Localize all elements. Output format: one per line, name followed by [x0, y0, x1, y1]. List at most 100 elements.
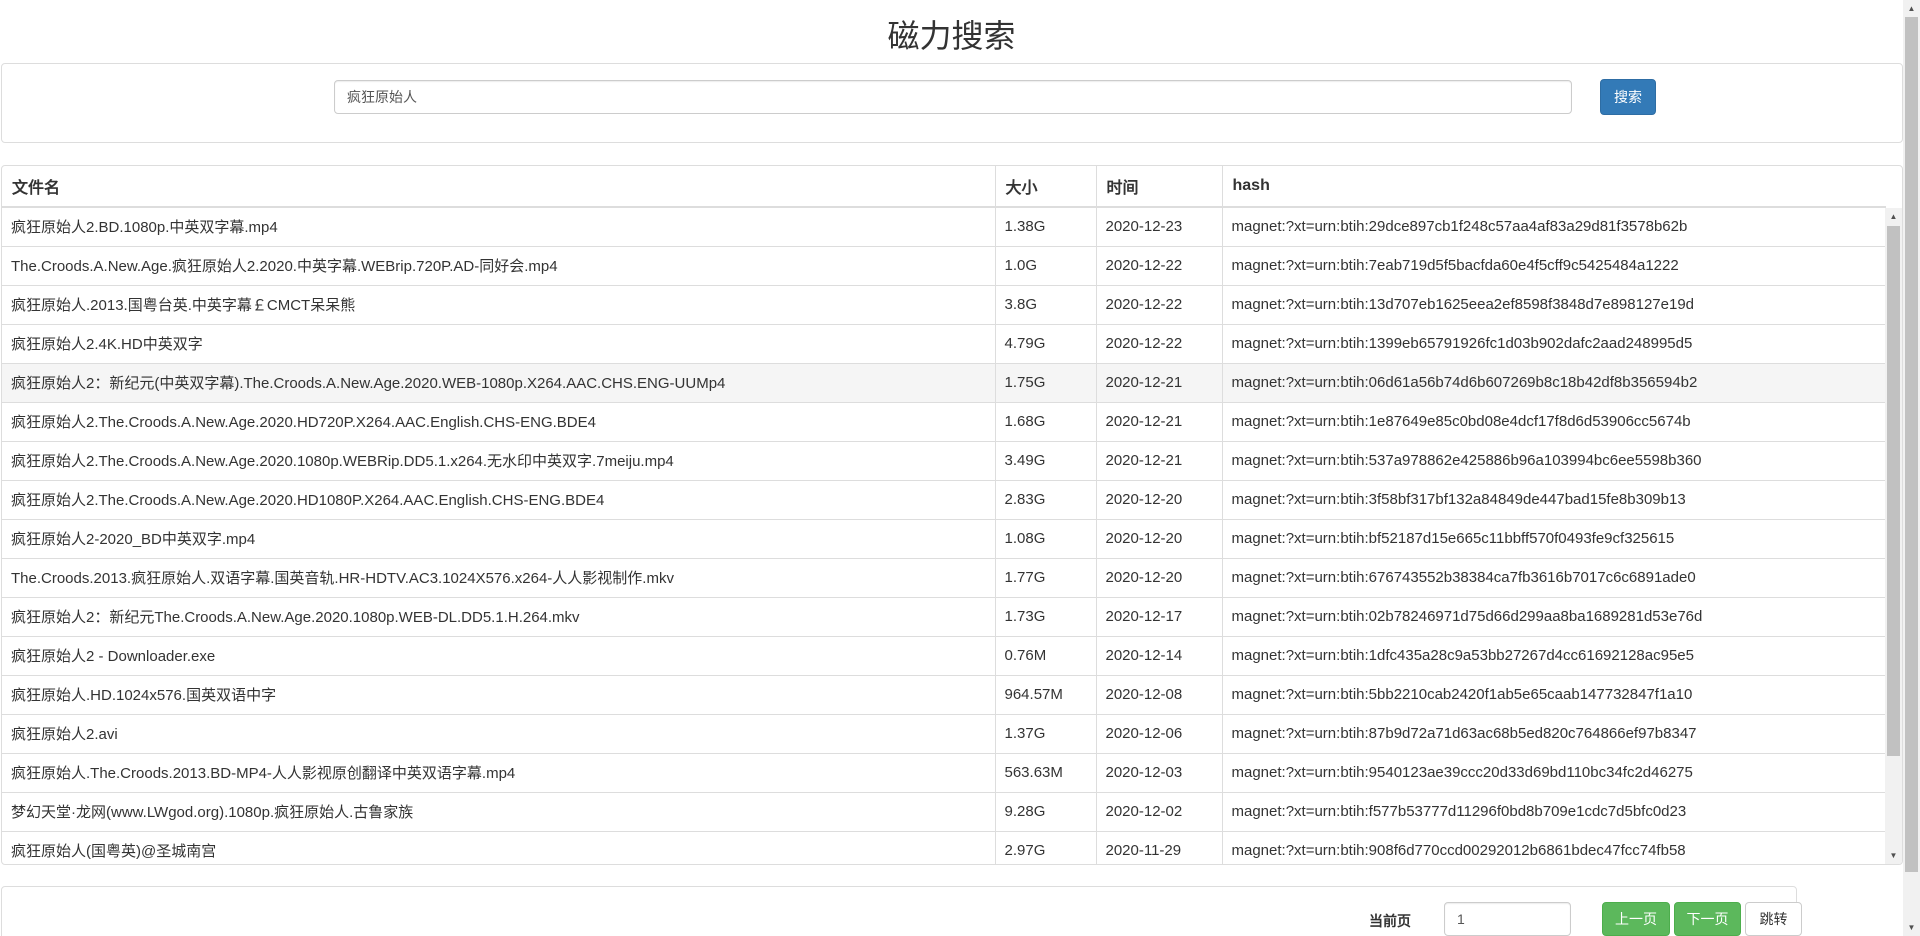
- table-row[interactable]: 疯狂原始人.The.Croods.2013.BD-MP4-人人影视原创翻译中英双…: [2, 752, 1886, 792]
- page-scroll-down-icon[interactable]: ▼: [1903, 919, 1920, 936]
- cell-size: 2.83G: [995, 479, 1097, 519]
- cell-hash[interactable]: magnet:?xt=urn:btih:02b78246971d75d66d29…: [1222, 596, 1886, 636]
- cell-hash[interactable]: magnet:?xt=urn:btih:06d61a56b74d6b607269…: [1222, 362, 1886, 402]
- page-scrollbar-thumb[interactable]: [1905, 17, 1918, 872]
- cell-size: 1.0G: [995, 245, 1097, 285]
- cell-time: 2020-12-08: [1096, 674, 1223, 714]
- cell-hash[interactable]: magnet:?xt=urn:btih:676743552b38384ca7fb…: [1222, 557, 1886, 597]
- table-row[interactable]: 疯狂原始人2.avi 1.37G 2020-12-06 magnet:?xt=u…: [2, 713, 1886, 753]
- cell-hash[interactable]: magnet:?xt=urn:btih:13d707eb1625eea2ef85…: [1222, 284, 1886, 324]
- cell-size: 563.63M: [995, 752, 1097, 792]
- cell-name: 疯狂原始人(国粤英)@圣城南宫: [2, 830, 996, 864]
- cell-size: 1.08G: [995, 518, 1097, 558]
- cell-hash[interactable]: magnet:?xt=urn:btih:5bb2210cab2420f1ab5e…: [1222, 674, 1886, 714]
- column-header-time: 时间: [1096, 166, 1223, 208]
- cell-name: The.Croods.A.New.Age.疯狂原始人2.2020.中英字幕.WE…: [2, 245, 996, 285]
- cell-time: 2020-12-22: [1096, 323, 1223, 363]
- cell-name: 疯狂原始人.2013.国粤台英.中英字幕￡CMCT呆呆熊: [2, 284, 996, 324]
- table-row[interactable]: 疯狂原始人.HD.1024x576.国英双语中字 964.57M 2020-12…: [2, 674, 1886, 714]
- cell-name: 疯狂原始人2.avi: [2, 713, 996, 753]
- cell-time: 2020-12-20: [1096, 479, 1223, 519]
- cell-time: 2020-12-02: [1096, 791, 1223, 831]
- next-page-button[interactable]: 下一页: [1674, 902, 1741, 936]
- cell-hash[interactable]: magnet:?xt=urn:btih:3f58bf317bf132a84849…: [1222, 479, 1886, 519]
- cell-time: 2020-12-17: [1096, 596, 1223, 636]
- cell-name: 疯狂原始人.The.Croods.2013.BD-MP4-人人影视原创翻译中英双…: [2, 752, 996, 792]
- results-body: 疯狂原始人2.BD.1080p.中英双字幕.mp4 1.38G 2020-12-…: [2, 206, 1886, 864]
- table-row-hovered[interactable]: 疯狂原始人2：新纪元(中英双字幕).The.Croods.A.New.Age.2…: [2, 362, 1886, 402]
- column-header-name: 文件名: [2, 166, 996, 208]
- search-input[interactable]: [334, 80, 1572, 114]
- cell-name: 疯狂原始人2.The.Croods.A.New.Age.2020.HD1080P…: [2, 479, 996, 519]
- cell-size: 2.97G: [995, 830, 1097, 864]
- table-row[interactable]: 疯狂原始人2：新纪元The.Croods.A.New.Age.2020.1080…: [2, 596, 1886, 636]
- cell-size: 964.57M: [995, 674, 1097, 714]
- table-row[interactable]: 疯狂原始人2.The.Croods.A.New.Age.2020.HD1080P…: [2, 479, 1886, 519]
- table-row[interactable]: 疯狂原始人(国粤英)@圣城南宫 2.97G 2020-11-29 magnet:…: [2, 830, 1886, 864]
- results-scroll-area[interactable]: 文件名 大小 时间 hash 疯狂原始人2.BD.1080p.中英双字幕.mp4…: [2, 166, 1886, 864]
- cell-size: 1.75G: [995, 362, 1097, 402]
- table-scrollbar-thumb[interactable]: [1887, 226, 1900, 756]
- table-row[interactable]: 疯狂原始人2.4K.HD中英双字 4.79G 2020-12-22 magnet…: [2, 323, 1886, 363]
- cell-name: 疯狂原始人2.4K.HD中英双字: [2, 323, 996, 363]
- cell-name: 疯狂原始人2.The.Croods.A.New.Age.2020.HD720P.…: [2, 401, 996, 441]
- table-row[interactable]: 疯狂原始人2.The.Croods.A.New.Age.2020.HD720P.…: [2, 401, 1886, 441]
- cell-hash[interactable]: magnet:?xt=urn:btih:7eab719d5f5bacfda60e…: [1222, 245, 1886, 285]
- cell-size: 3.49G: [995, 440, 1097, 480]
- cell-size: 1.77G: [995, 557, 1097, 597]
- cell-hash[interactable]: magnet:?xt=urn:btih:9540123ae39ccc20d33d…: [1222, 752, 1886, 792]
- table-scrollbar[interactable]: ▲ ▼: [1885, 208, 1902, 864]
- cell-name: 梦幻天堂·龙网(www.LWgod.org).1080p.疯狂原始人.古鲁家族: [2, 791, 996, 831]
- cell-hash[interactable]: magnet:?xt=urn:btih:1e87649e85c0bd08e4dc…: [1222, 401, 1886, 441]
- prev-page-button[interactable]: 上一页: [1602, 902, 1670, 936]
- cell-name: 疯狂原始人2：新纪元The.Croods.A.New.Age.2020.1080…: [2, 596, 996, 636]
- cell-name: 疯狂原始人2 - Downloader.exe: [2, 635, 996, 675]
- table-row[interactable]: The.Croods.A.New.Age.疯狂原始人2.2020.中英字幕.WE…: [2, 245, 1886, 285]
- scroll-down-arrow-icon[interactable]: ▼: [1885, 847, 1902, 864]
- cell-hash[interactable]: magnet:?xt=urn:btih:f577b53777d11296f0bd…: [1222, 791, 1886, 831]
- cell-time: 2020-12-20: [1096, 557, 1223, 597]
- cell-time: 2020-12-20: [1096, 518, 1223, 558]
- cell-name: 疯狂原始人2-2020_BD中英双字.mp4: [2, 518, 996, 558]
- pagination-panel: 当前页 上一页 下一页 跳转: [1, 886, 1802, 936]
- cell-name: 疯狂原始人.HD.1024x576.国英双语中字: [2, 674, 996, 714]
- cell-hash[interactable]: magnet:?xt=urn:btih:537a978862e425886b96…: [1222, 440, 1886, 480]
- table-row[interactable]: 梦幻天堂·龙网(www.LWgod.org).1080p.疯狂原始人.古鲁家族 …: [2, 791, 1886, 831]
- cell-name: 疯狂原始人2.BD.1080p.中英双字幕.mp4: [2, 206, 996, 246]
- page-title: 磁力搜索: [887, 18, 1016, 54]
- cell-hash[interactable]: magnet:?xt=urn:btih:1dfc435a28c9a53bb272…: [1222, 635, 1886, 675]
- current-page-input[interactable]: [1444, 902, 1571, 936]
- cell-hash[interactable]: magnet:?xt=urn:btih:bf52187d15e665c11bbf…: [1222, 518, 1886, 558]
- scroll-up-arrow-icon[interactable]: ▲: [1885, 208, 1902, 225]
- table-row[interactable]: The.Croods.2013.疯狂原始人.双语字幕.国英音轨.HR-HDTV.…: [2, 557, 1886, 597]
- cell-hash[interactable]: magnet:?xt=urn:btih:87b9d72a71d63ac68b5e…: [1222, 713, 1886, 753]
- cell-time: 2020-12-21: [1096, 440, 1223, 480]
- cell-name: 疯狂原始人2：新纪元(中英双字幕).The.Croods.A.New.Age.2…: [2, 362, 996, 402]
- results-table: 文件名 大小 时间 hash 疯狂原始人2.BD.1080p.中英双字幕.mp4…: [2, 166, 1886, 864]
- cell-hash[interactable]: magnet:?xt=urn:btih:29dce897cb1f248c57aa…: [1222, 206, 1886, 246]
- cell-size: 3.8G: [995, 284, 1097, 324]
- cell-time: 2020-12-03: [1096, 752, 1223, 792]
- cell-time: 2020-12-22: [1096, 284, 1223, 324]
- search-button[interactable]: 搜索: [1600, 79, 1656, 115]
- cell-size: 4.79G: [995, 323, 1097, 363]
- cell-hash[interactable]: magnet:?xt=urn:btih:908f6d770ccd00292012…: [1222, 830, 1886, 864]
- cell-time: 2020-12-21: [1096, 401, 1223, 441]
- page-scrollbar[interactable]: ▲ ▼: [1903, 0, 1920, 936]
- table-row[interactable]: 疯狂原始人2.BD.1080p.中英双字幕.mp4 1.38G 2020-12-…: [2, 206, 1886, 246]
- cell-size: 0.76M: [995, 635, 1097, 675]
- page-scroll-up-icon[interactable]: ▲: [1903, 0, 1920, 17]
- cell-hash[interactable]: magnet:?xt=urn:btih:1399eb65791926fc1d03…: [1222, 323, 1886, 363]
- cell-size: 1.73G: [995, 596, 1097, 636]
- table-row[interactable]: 疯狂原始人2 - Downloader.exe 0.76M 2020-12-14…: [2, 635, 1886, 675]
- page: 磁力搜索 搜索 文件名 大小 时间 hash: [0, 0, 1920, 936]
- table-row[interactable]: 疯狂原始人2-2020_BD中英双字.mp4 1.08G 2020-12-20 …: [2, 518, 1886, 558]
- cell-name: The.Croods.2013.疯狂原始人.双语字幕.国英音轨.HR-HDTV.…: [2, 557, 996, 597]
- cell-time: 2020-12-06: [1096, 713, 1223, 753]
- table-row[interactable]: 疯狂原始人.2013.国粤台英.中英字幕￡CMCT呆呆熊 3.8G 2020-1…: [2, 284, 1886, 324]
- jump-page-button[interactable]: 跳转: [1745, 902, 1802, 936]
- cell-time: 2020-11-29: [1096, 830, 1223, 864]
- cell-name: 疯狂原始人2.The.Croods.A.New.Age.2020.1080p.W…: [2, 440, 996, 480]
- table-row[interactable]: 疯狂原始人2.The.Croods.A.New.Age.2020.1080p.W…: [2, 440, 1886, 480]
- column-header-size: 大小: [995, 166, 1097, 208]
